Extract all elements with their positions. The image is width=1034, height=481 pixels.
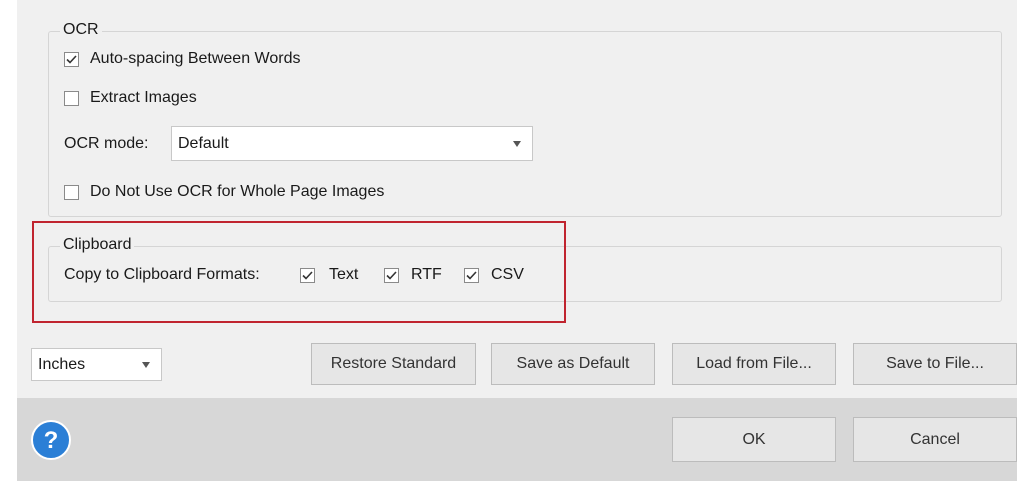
ok-button[interactable]: OK [672,417,836,462]
no-ocr-whole-page-option[interactable]: Do Not Use OCR for Whole Page Images [64,181,384,203]
checkmark-icon [66,54,77,64]
no-ocr-whole-page-label: Do Not Use OCR for Whole Page Images [90,183,385,200]
load-from-file-button[interactable]: Load from File... [672,343,836,385]
ocr-group-legend: OCR [60,21,102,39]
save-to-file-button[interactable]: Save to File... [853,343,1017,385]
ocr-mode-select[interactable]: Default [171,126,533,161]
help-button[interactable]: ? [31,420,71,460]
units-select[interactable]: Inches [31,348,162,381]
ocr-mode-dropdown-icon [513,141,521,147]
extract-images-label: Extract Images [90,89,197,106]
question-mark-icon: ? [31,420,71,460]
restore-standard-button[interactable]: Restore Standard [311,343,476,385]
svg-text:?: ? [44,427,59,454]
save-as-default-button[interactable]: Save as Default [491,343,655,385]
auto-spacing-checkbox[interactable] [64,51,79,67]
ocr-mode-label: OCR mode: [64,135,149,152]
no-ocr-whole-page-checkbox[interactable] [64,184,79,200]
extract-images-option[interactable]: Extract Images [64,87,197,109]
extract-images-checkbox[interactable] [64,90,79,106]
cancel-button[interactable]: Cancel [853,417,1017,462]
auto-spacing-option[interactable]: Auto-spacing Between Words [64,48,300,70]
clipboard-highlight-box [32,221,566,323]
units-dropdown-icon [142,362,150,368]
ocr-mode-value: Default [178,134,229,152]
units-value: Inches [38,355,86,373]
auto-spacing-label: Auto-spacing Between Words [90,50,301,67]
